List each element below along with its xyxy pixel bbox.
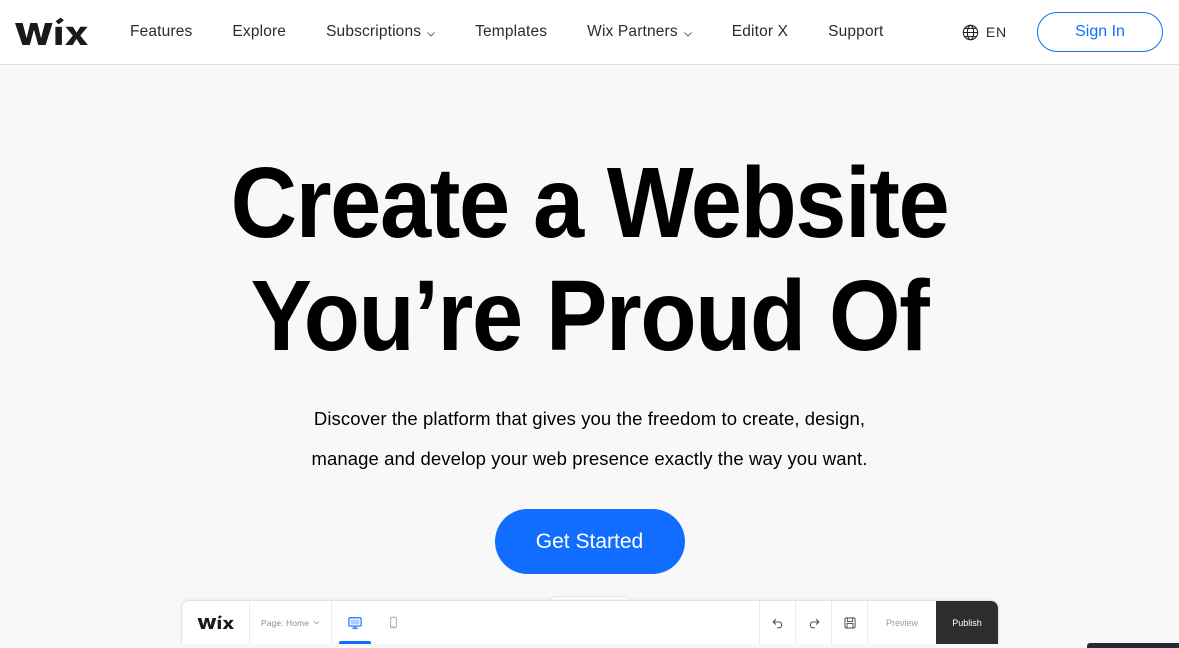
nav-item-templates[interactable]: Templates: [475, 0, 547, 64]
nav-item-editor-x[interactable]: Editor X: [732, 0, 788, 64]
cta-container: Get Started: [0, 509, 1179, 574]
device-frame-edge: [1087, 643, 1179, 648]
nav-label: Templates: [475, 23, 548, 40]
save-icon[interactable]: [832, 601, 868, 644]
main-navigation: Features Explore Subscriptions Templates…: [130, 0, 962, 64]
nav-label: Subscriptions: [326, 23, 422, 40]
language-selector[interactable]: EN: [962, 24, 1007, 41]
nav-label: Wix Partners: [587, 23, 678, 40]
editor-preview-mockup: Page: Home Preview Publish: [0, 588, 1179, 648]
nav-item-support[interactable]: Support: [828, 0, 883, 64]
nav-item-explore[interactable]: Explore: [232, 0, 286, 64]
page-title: Create a Website You’re Proud Of: [47, 65, 1132, 373]
editor-publish-label: Publish: [952, 617, 982, 628]
active-device-indicator: [339, 641, 371, 644]
hero-section: Create a Website You’re Proud Of Discove…: [0, 65, 1179, 648]
page-title-line-1: Create a Website: [230, 147, 950, 259]
editor-page-selector[interactable]: Page: Home: [250, 601, 332, 644]
editor-device-toggle: [332, 601, 418, 644]
get-started-button[interactable]: Get Started: [494, 509, 685, 574]
editor-toolbar-spacer: [418, 601, 760, 644]
editor-publish-button[interactable]: Publish: [936, 601, 998, 644]
editor-wix-logo[interactable]: [182, 601, 250, 644]
redo-icon[interactable]: [796, 601, 832, 644]
chevron-down-icon: [683, 29, 692, 38]
header-actions: EN Sign In: [962, 12, 1163, 52]
nav-item-features[interactable]: Features: [130, 0, 192, 64]
editor-toolbar: Page: Home Preview Publish: [181, 600, 999, 644]
hero-subtitle-line-1: Discover the platform that gives you the…: [313, 408, 866, 429]
nav-label: Editor X: [731, 23, 789, 40]
nav-item-wix-partners[interactable]: Wix Partners: [587, 0, 692, 64]
wix-logo[interactable]: [14, 15, 88, 49]
get-started-label: Get Started: [535, 529, 644, 553]
nav-label: Features: [130, 23, 193, 40]
sign-in-button[interactable]: Sign In: [1037, 12, 1163, 52]
hero-subtitle-line-2: manage and develop your web presence exa…: [311, 448, 868, 469]
editor-preview-label: Preview: [885, 617, 918, 628]
editor-page-label: Page: Home: [260, 617, 310, 628]
nav-label: Explore: [232, 23, 287, 40]
editor-preview-button[interactable]: Preview: [868, 601, 936, 644]
language-code: EN: [985, 24, 1007, 40]
undo-icon[interactable]: [760, 601, 796, 644]
mobile-view-icon[interactable]: [384, 601, 402, 644]
nav-item-subscriptions[interactable]: Subscriptions: [326, 0, 435, 64]
globe-icon: [962, 24, 979, 41]
hero-subtitle: Discover the platform that gives you the…: [0, 399, 1179, 479]
chevron-down-icon: [313, 619, 320, 626]
sign-in-label: Sign In: [1075, 23, 1125, 40]
nav-label: Support: [828, 23, 884, 40]
desktop-view-icon[interactable]: [339, 601, 371, 644]
page-title-line-2: You’re Proud Of: [250, 260, 930, 372]
site-header: Features Explore Subscriptions Templates…: [0, 0, 1179, 65]
chevron-down-icon: [426, 29, 435, 38]
